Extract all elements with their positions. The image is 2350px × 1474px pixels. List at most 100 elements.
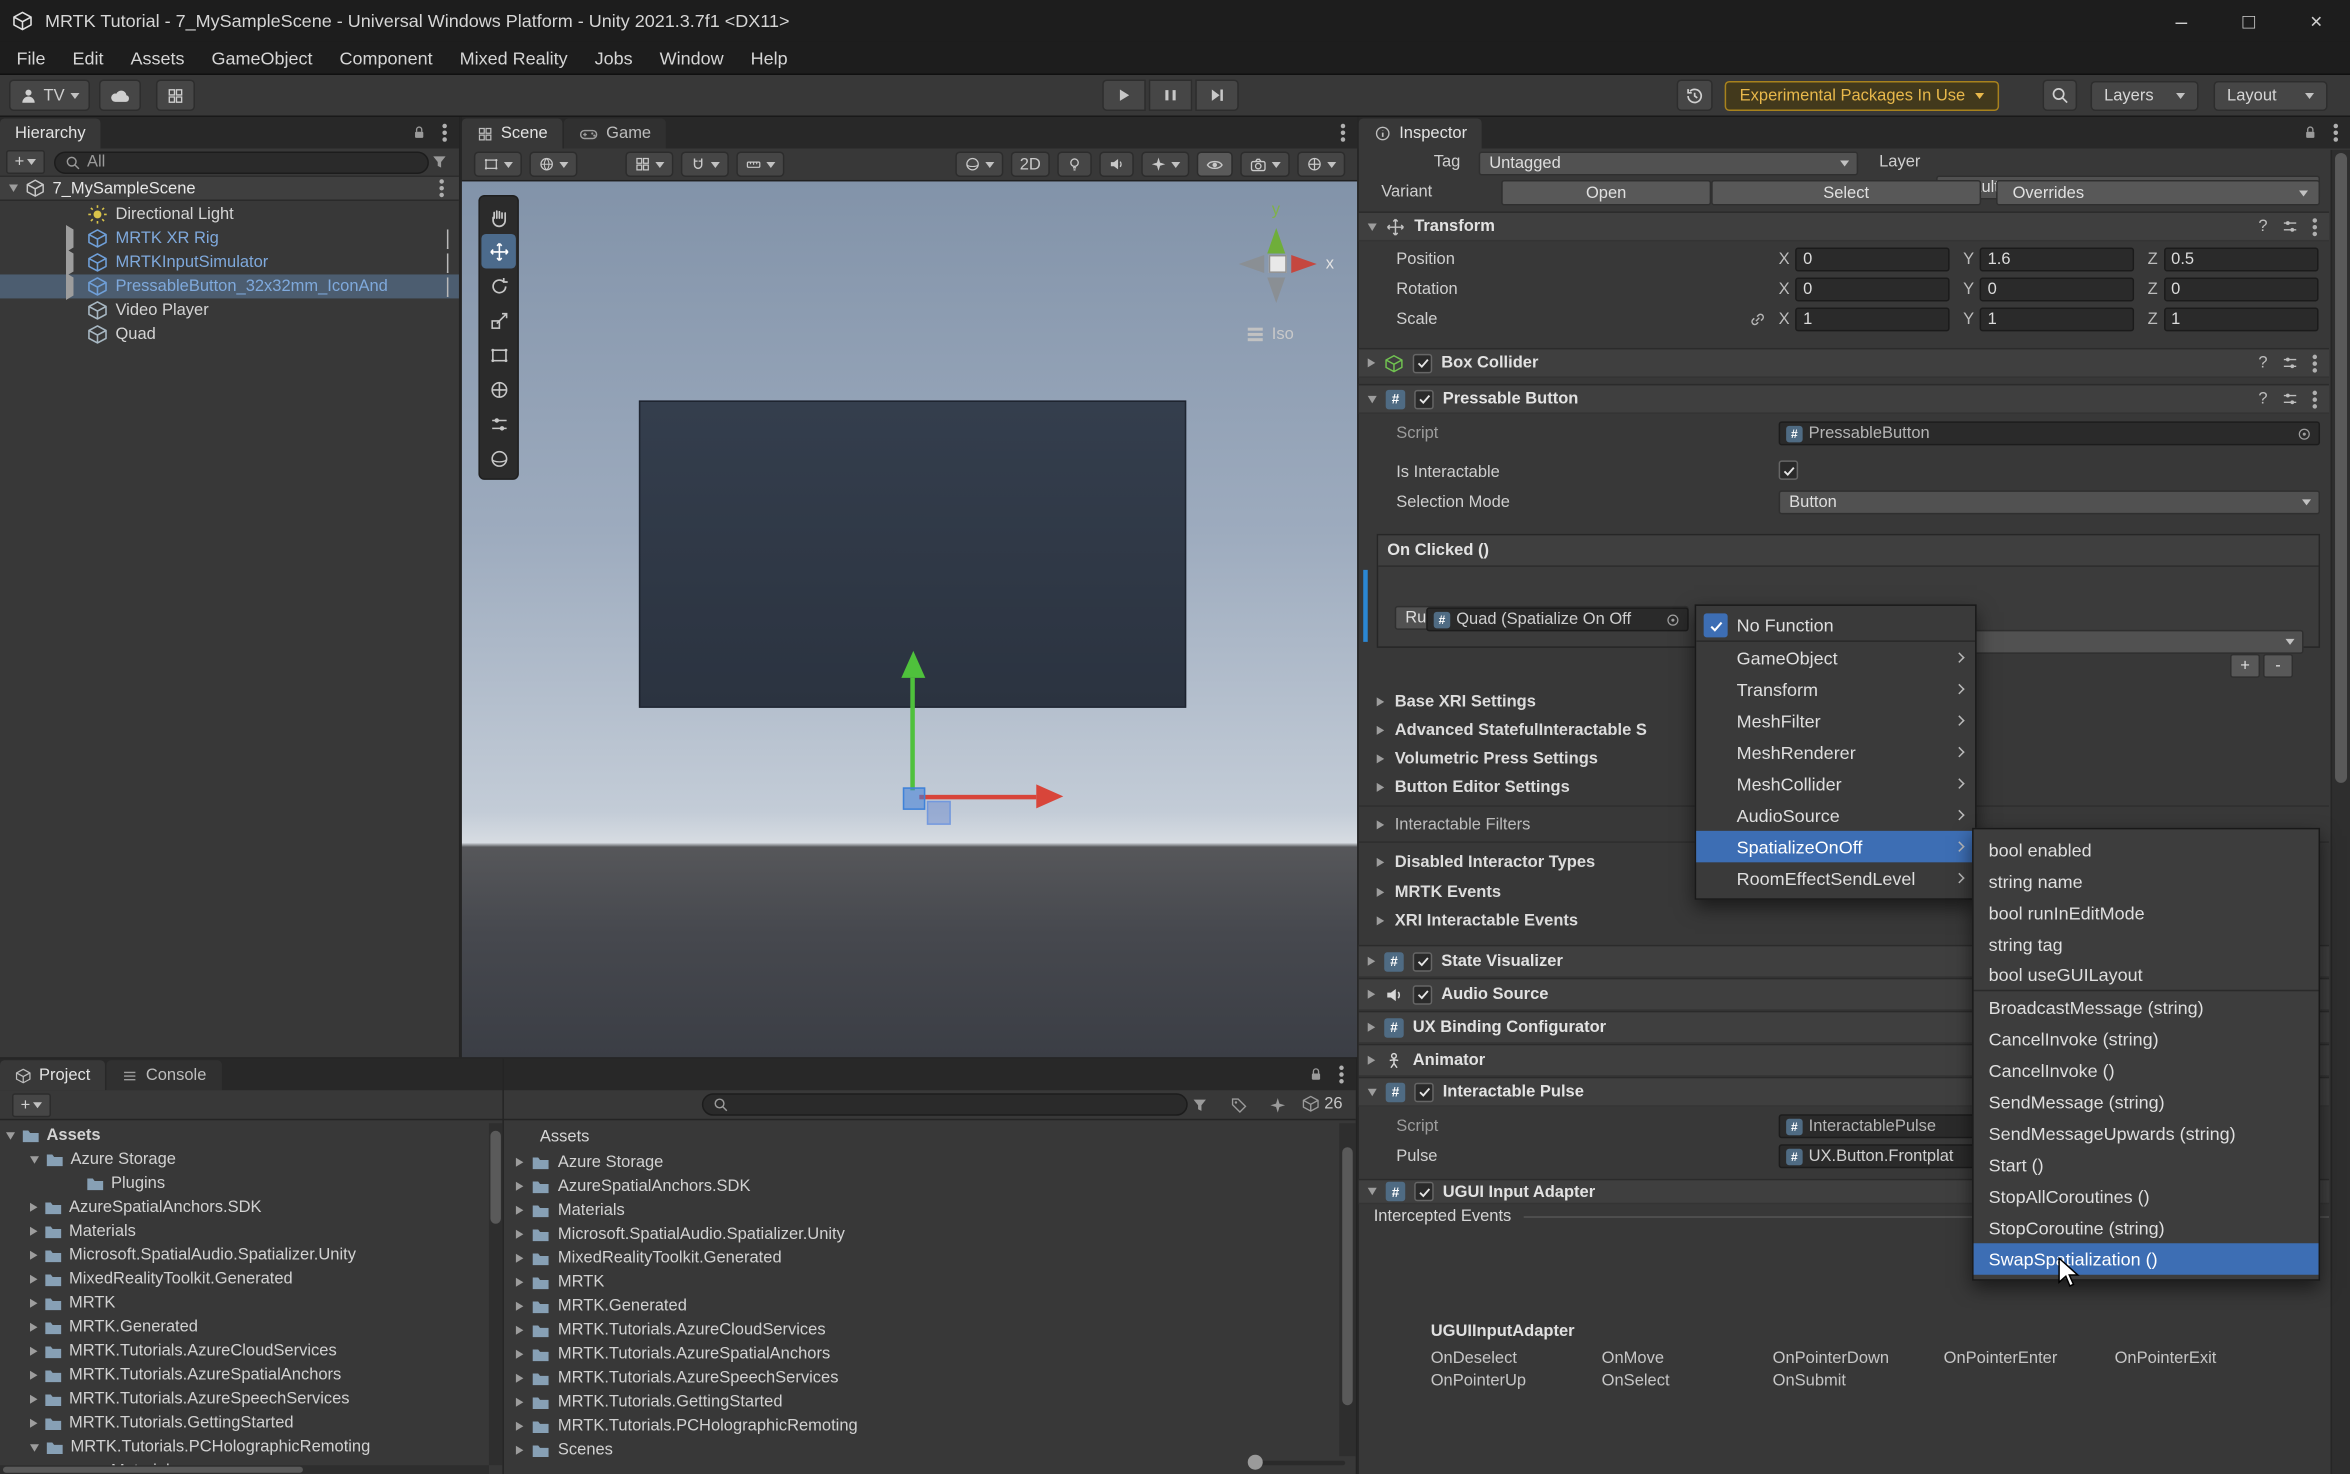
lock-icon[interactable] (411, 124, 427, 140)
tab-game[interactable]: Game (564, 118, 667, 149)
submenu-item[interactable]: SendMessageUpwards (string) (1974, 1117, 2319, 1148)
submenu-item[interactable]: CancelInvoke (string) (1974, 1023, 2319, 1054)
foldout-advanced-statefulinteractable[interactable]: Advanced StatefulInteractable S (1359, 715, 1647, 743)
foldout-interactable-filters[interactable]: Interactable Filters (1359, 810, 1530, 838)
move-tool-button[interactable] (481, 233, 516, 269)
scrollbar-thumb[interactable] (2335, 152, 2348, 783)
foldout-xri-interactable-events[interactable]: XRI Interactable Events (1359, 906, 1578, 934)
scene-visibility-toggle[interactable] (1196, 151, 1233, 177)
foldout-icon[interactable] (29, 1394, 38, 1404)
x-field[interactable]: 1 (1795, 307, 1950, 332)
projection-mode[interactable]: Iso (1247, 325, 1294, 343)
foldout-icon[interactable] (29, 1155, 39, 1164)
submenu-item[interactable]: bool enabled (1974, 834, 2319, 865)
foldout-base-xri-settings[interactable]: Base XRI Settings (1359, 687, 1536, 715)
tab-console[interactable]: Console (106, 1060, 222, 1091)
lighting-toggle[interactable] (1057, 151, 1092, 177)
foldout-mrtk-events[interactable]: MRTK Events (1359, 877, 1501, 905)
y-field[interactable]: 1 (1980, 307, 2135, 332)
tree-hscrollbar[interactable] (0, 1465, 489, 1474)
add-event-button[interactable]: + (2230, 653, 2261, 678)
foldout-closed-icon[interactable] (515, 1325, 524, 1335)
transform-header[interactable]: Transform ? (1358, 211, 2330, 242)
account-dropdown[interactable]: TV (8, 79, 91, 111)
foldout-icon[interactable] (65, 224, 74, 252)
menu-item[interactable]: GameObject (1696, 642, 1975, 673)
asset-item[interactable]: MRTK.Generated (502, 1294, 1337, 1318)
asset-item[interactable]: MRTK.Tutorials.AzureSpatialAnchors (502, 1342, 1337, 1366)
hierarchy-search-input[interactable]: All (53, 150, 429, 174)
submenu-item[interactable]: bool runInEditMode (1974, 897, 2319, 928)
enabled-checkbox[interactable] (1412, 984, 1433, 1005)
tag-dropdown[interactable]: Untagged (1478, 151, 1859, 176)
foldout-icon[interactable] (29, 1443, 39, 1451)
orientation-y-cone[interactable] (1267, 227, 1286, 254)
gizmos-dropdown[interactable] (1297, 151, 1346, 177)
foldout-closed-icon[interactable] (515, 1181, 524, 1191)
select-prefab-button[interactable]: Select (1711, 179, 1982, 206)
play-button[interactable] (1102, 79, 1146, 111)
menu-item[interactable]: MeshRenderer (1696, 736, 1975, 767)
help-icon[interactable]: ? (2258, 217, 2267, 235)
presets-icon[interactable] (2281, 217, 2299, 235)
snap-increment-dropdown[interactable] (736, 151, 785, 177)
component-menu-icon[interactable] (2312, 396, 2318, 402)
transform-tool-button[interactable] (481, 372, 515, 406)
remove-event-button[interactable]: - (2263, 653, 2294, 678)
foldout-closed-icon[interactable] (515, 1373, 524, 1383)
object-picker-icon[interactable] (1665, 611, 1681, 627)
open-prefab-icon[interactable] (446, 277, 449, 297)
project-tree-item[interactable]: MRTK.Tutorials.AzureSpeechServices (0, 1387, 489, 1411)
orientation-neg-x-cone[interactable] (1238, 254, 1265, 273)
close-button[interactable]: × (2283, 0, 2350, 42)
submenu-item[interactable]: SwapSpatialization () (1973, 1243, 2319, 1275)
menu-item[interactable]: MeshCollider (1696, 768, 1975, 799)
is-interactable-checkbox[interactable] (1778, 460, 1799, 480)
tool-settings-dropdown[interactable] (473, 151, 522, 177)
undo-history-button[interactable] (1676, 79, 1713, 111)
enabled-checkbox[interactable] (1414, 1082, 1434, 1102)
foldout-icon[interactable] (5, 1131, 15, 1140)
tab-hierarchy[interactable]: Hierarchy (0, 118, 101, 149)
zoom-slider-knob[interactable] (1247, 1454, 1263, 1470)
project-tree-item[interactable]: Azure Storage (0, 1147, 489, 1171)
asset-item[interactable]: Microsoft.SpatialAudio.Spatializer.Unity (502, 1222, 1337, 1246)
hierarchy-item[interactable]: MRTK XR Rig (0, 224, 459, 252)
asset-item[interactable]: Materials (502, 1198, 1337, 1222)
open-prefab-button[interactable]: Open (1501, 179, 1712, 206)
foldout-icon[interactable] (29, 1226, 38, 1236)
search-button[interactable] (2042, 79, 2078, 111)
filter-icon[interactable] (430, 153, 448, 171)
tab-scene[interactable]: Scene (461, 118, 563, 149)
panel-menu-icon[interactable] (442, 130, 447, 135)
object-picker-icon[interactable] (2296, 425, 2312, 441)
custom-tool-button[interactable] (481, 406, 515, 440)
gizmo-y-axis[interactable] (910, 677, 915, 791)
project-tree-item[interactable]: Plugins (0, 1171, 489, 1195)
project-tree-item[interactable]: Materials (0, 1219, 489, 1243)
open-prefab-icon[interactable] (446, 253, 449, 273)
foldout-icon[interactable] (29, 1274, 38, 1284)
search-by-label-icon[interactable] (1230, 1096, 1248, 1114)
hierarchy-item[interactable]: Directional Light (0, 202, 459, 226)
foldout-closed-icon[interactable] (515, 1445, 524, 1455)
box-collider-header[interactable]: Box Collider ? (1358, 347, 2330, 378)
project-tree-item[interactable]: MRTK.Tutorials.GettingStarted (0, 1411, 489, 1435)
submenu-item[interactable]: SendMessage (string) (1974, 1086, 2319, 1117)
collab-grid-button[interactable] (155, 79, 195, 111)
menubar-item[interactable]: Mixed Reality (446, 41, 581, 74)
asset-item[interactable]: MRTK.Tutorials.AzureCloudServices (502, 1318, 1337, 1342)
foldout-button-editor[interactable]: Button Editor Settings (1359, 772, 1570, 800)
enabled-checkbox[interactable] (1414, 1181, 1434, 1202)
panel-menu-icon[interactable] (2333, 130, 2339, 135)
project-tree-item[interactable]: Assets (0, 1123, 489, 1147)
lock-icon[interactable] (2302, 124, 2318, 140)
asset-item[interactable]: Azure Storage (502, 1150, 1337, 1174)
scrollbar-thumb[interactable] (490, 1130, 501, 1224)
foldout-closed-icon[interactable] (515, 1205, 524, 1215)
enabled-checkbox[interactable] (1412, 353, 1433, 373)
maximize-button[interactable]: □ (2215, 0, 2282, 42)
create-object-button[interactable]: + (5, 149, 45, 174)
enabled-checkbox[interactable] (1414, 389, 1434, 409)
grid-visibility-dropdown[interactable] (625, 151, 674, 177)
